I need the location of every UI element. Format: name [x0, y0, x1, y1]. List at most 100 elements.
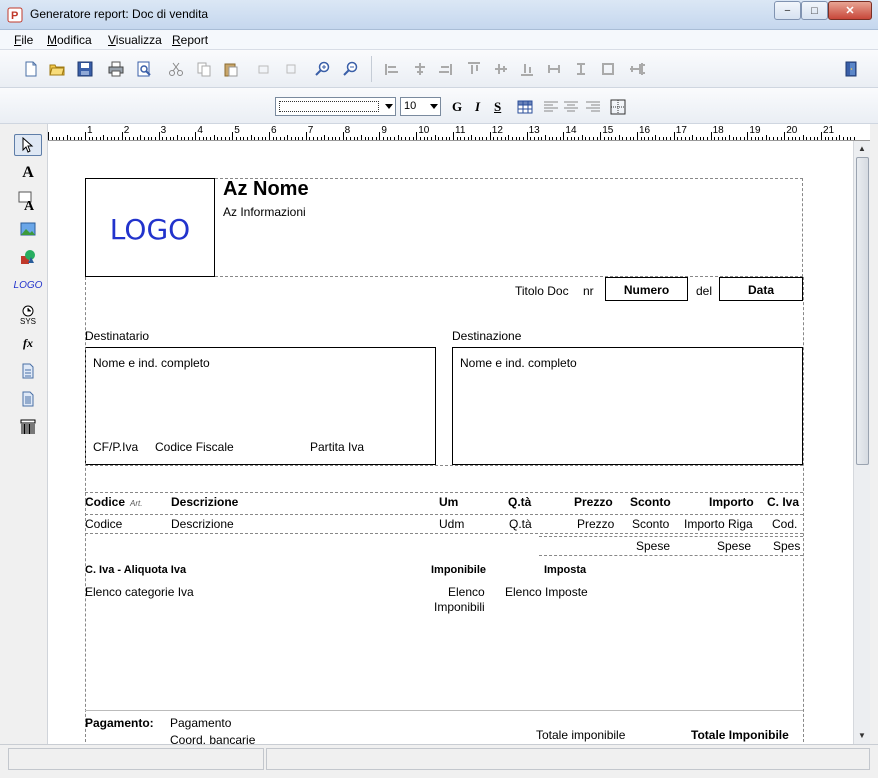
same-width-icon[interactable] [546, 61, 562, 77]
borders-icon[interactable] [610, 99, 626, 115]
shapes-tool[interactable] [14, 246, 42, 268]
imposta-header[interactable]: Imposta [544, 564, 586, 576]
open-folder-icon[interactable] [49, 61, 65, 77]
barcode-tool[interactable] [14, 416, 42, 438]
text-tool[interactable]: A [14, 162, 42, 184]
print-preview-icon[interactable] [136, 61, 152, 77]
col-header-importo[interactable]: Importo [709, 495, 754, 509]
group-icon[interactable] [256, 61, 272, 77]
payment-label[interactable]: Pagamento: [85, 716, 154, 730]
number-box[interactable]: Numero [605, 277, 688, 301]
text-align-left-icon[interactable] [543, 99, 559, 115]
align-center-h-icon[interactable] [412, 61, 428, 77]
copy-icon[interactable] [196, 61, 212, 77]
maximize-button[interactable]: □ [801, 1, 828, 20]
italic-button[interactable]: I [475, 99, 480, 115]
minimize-button[interactable]: − [774, 1, 801, 20]
cf-piva-label[interactable]: CF/P.Iva [93, 440, 138, 454]
align-right-icon[interactable] [437, 61, 453, 77]
font-size-select[interactable]: 10 [400, 97, 441, 116]
col-header-codice[interactable]: Codice [85, 495, 125, 509]
logo-tool[interactable]: LOGO [14, 274, 43, 296]
framed-text-tool[interactable]: A [14, 190, 42, 212]
col-header-prezzo[interactable]: Prezzo [574, 495, 613, 509]
totale-imponibile-label[interactable]: Totale imponibile [536, 728, 625, 742]
system-field-tool[interactable]: SYS [14, 302, 42, 328]
col-header-sconto[interactable]: Sconto [630, 495, 671, 509]
row-field-sconto[interactable]: Sconto [632, 517, 669, 531]
space-vertical-icon[interactable] [634, 61, 650, 77]
date-box[interactable]: Data [719, 277, 803, 301]
menu-visualizza[interactable]: Visualizza [108, 33, 162, 47]
ungroup-icon[interactable] [283, 61, 299, 77]
col-header-civa[interactable]: C. Iva [767, 495, 799, 509]
doc-title-field[interactable]: Titolo Doc [515, 284, 569, 298]
align-middle-icon[interactable] [493, 61, 509, 77]
align-bottom-icon[interactable] [519, 61, 535, 77]
new-document-icon[interactable] [23, 61, 39, 77]
cut-icon[interactable] [168, 61, 184, 77]
codice-fiscale-field[interactable]: Codice Fiscale [155, 440, 234, 454]
scroll-up-icon[interactable]: ▲ [858, 144, 866, 153]
row-field-codice[interactable]: Codice [85, 517, 122, 531]
vertical-scrollbar[interactable]: ▲ ▼ [853, 141, 870, 744]
scroll-down-icon[interactable]: ▼ [858, 731, 866, 740]
close-button[interactable]: ✕ [828, 1, 872, 20]
bank-coords-field[interactable]: Coord. bancarie [170, 733, 255, 744]
menu-report[interactable]: Report [172, 33, 208, 47]
del-label[interactable]: del [696, 284, 712, 298]
row-field-prezzo[interactable]: Prezzo [577, 517, 614, 531]
exit-door-icon[interactable] [843, 61, 859, 77]
imponibile-list-1[interactable]: Elenco [448, 585, 485, 599]
table-color-icon[interactable] [517, 99, 533, 115]
col-header-descrizione[interactable]: Descrizione [171, 495, 238, 509]
print-icon[interactable] [108, 61, 124, 77]
row-field-qta[interactable]: Q.tà [509, 517, 532, 531]
spese-field-3[interactable]: Spes [773, 539, 800, 553]
scroll-thumb[interactable] [856, 157, 869, 465]
row-field-descrizione[interactable]: Descrizione [171, 517, 234, 531]
destination-label[interactable]: Destinazione [452, 329, 521, 343]
align-left-icon[interactable] [384, 61, 400, 77]
save-icon[interactable] [77, 61, 93, 77]
subreport2-tool[interactable] [14, 388, 42, 410]
same-height-icon[interactable] [573, 61, 589, 77]
paste-icon[interactable] [223, 61, 239, 77]
vat-header[interactable]: C. Iva - Aliquota Iva [85, 564, 186, 576]
row-field-civa[interactable]: Cod. [772, 517, 797, 531]
menu-file[interactable]: File [14, 33, 33, 47]
logo-box[interactable]: LOGO [85, 178, 215, 277]
company-info[interactable]: Az Informazioni [223, 205, 306, 219]
report-canvas[interactable]: LOGO Az Nome Az Informazioni Titolo Doc … [48, 141, 853, 744]
spese-field-2[interactable]: Spese [717, 539, 751, 553]
partita-iva-field[interactable]: Partita Iva [310, 440, 364, 454]
spese-field-1[interactable]: Spese [636, 539, 670, 553]
pointer-tool[interactable] [14, 134, 42, 156]
image-tool[interactable] [14, 218, 42, 240]
bold-button[interactable]: G [452, 99, 462, 115]
row-field-um[interactable]: Udm [439, 517, 464, 531]
recipient-address[interactable]: Nome e ind. completo [93, 356, 210, 370]
subreport-tool[interactable] [14, 360, 42, 382]
row-field-importo[interactable]: Importo Riga [684, 517, 753, 531]
font-family-select[interactable] [275, 97, 396, 116]
vat-list[interactable]: Elenco categorie Iva [85, 585, 194, 599]
col-header-qta[interactable]: Q.tà [508, 495, 531, 509]
company-name[interactable]: Az Nome [223, 178, 309, 201]
recipient-label[interactable]: Destinatario [85, 329, 149, 343]
formula-tool[interactable]: fx [14, 332, 42, 354]
same-size-icon[interactable] [600, 61, 616, 77]
align-top-icon[interactable] [466, 61, 482, 77]
menu-modifica[interactable]: Modifica [47, 33, 92, 47]
imponibile-header[interactable]: Imponibile [431, 564, 486, 576]
imponibile-list-2[interactable]: Imponibili [434, 600, 485, 614]
text-align-center-icon[interactable] [563, 99, 579, 115]
imposta-list[interactable]: Elenco Imposte [505, 585, 588, 599]
zoom-in-icon[interactable] [315, 61, 331, 77]
underline-button[interactable]: S [494, 99, 501, 115]
payment-field[interactable]: Pagamento [170, 716, 231, 730]
text-align-right-icon[interactable] [585, 99, 601, 115]
zoom-out-icon[interactable] [343, 61, 359, 77]
col-header-um[interactable]: Um [439, 495, 458, 509]
totale-imponibile-value[interactable]: Totale Imponibile [691, 728, 789, 742]
